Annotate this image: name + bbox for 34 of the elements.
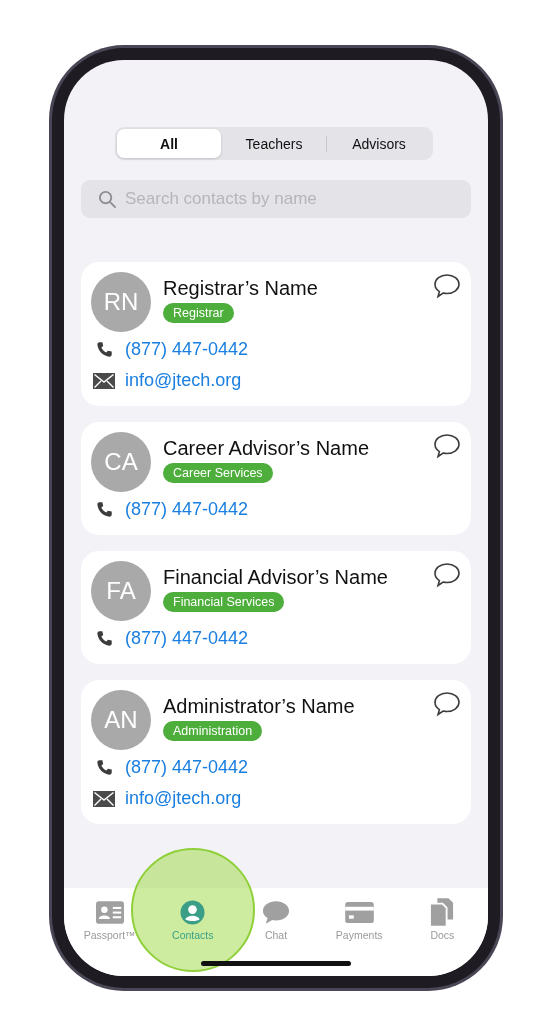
envelope-icon: [93, 372, 115, 389]
tab-bar-item[interactable]: Passport™: [68, 888, 152, 941]
documents-icon: [430, 897, 455, 927]
person-icon: [180, 897, 206, 927]
segment-tab[interactable]: All: [117, 129, 221, 158]
avatar: CA: [91, 432, 151, 492]
tab-bar-item[interactable]: Payments: [317, 888, 401, 941]
contact-name: Administrator’s Name: [163, 694, 356, 718]
chat-bubble-icon[interactable]: [433, 691, 461, 717]
segment-tab[interactable]: Advisors: [327, 129, 431, 158]
phone-link[interactable]: (877) 447-0442: [125, 757, 249, 778]
phone-link[interactable]: (877) 447-0442: [125, 499, 249, 520]
chat-bubble-icon[interactable]: [433, 273, 461, 299]
email-link[interactable]: info@jtech.org: [125, 788, 242, 809]
role-tag: Administration: [163, 721, 263, 741]
tab-bar-item[interactable]: Docs: [400, 888, 484, 941]
phone-link[interactable]: (877) 447-0442: [125, 628, 249, 649]
chat-bubble-icon[interactable]: [433, 433, 461, 459]
chat-bubble-icon[interactable]: [433, 562, 461, 588]
avatar: FA: [91, 561, 151, 621]
email-link[interactable]: info@jtech.org: [125, 370, 242, 391]
role-tag: Financial Services: [163, 592, 285, 612]
role-tag: Registrar: [163, 303, 234, 323]
contact-name: Financial Advisor’s Name: [163, 565, 389, 589]
contact-name: Career Advisor’s Name: [163, 436, 370, 460]
phone-link[interactable]: (877) 447-0442: [125, 339, 249, 360]
role-tag: Career Services: [163, 463, 273, 483]
contact-name: Registrar’s Name: [163, 276, 319, 300]
avatar: RN: [91, 272, 151, 332]
tab-bar-item[interactable]: Chat: [234, 888, 318, 941]
avatar: AN: [91, 690, 151, 750]
segment-tab[interactable]: Teachers: [222, 129, 326, 158]
tab-bar-item[interactable]: Contacts: [151, 888, 235, 941]
envelope-icon: [93, 790, 115, 807]
